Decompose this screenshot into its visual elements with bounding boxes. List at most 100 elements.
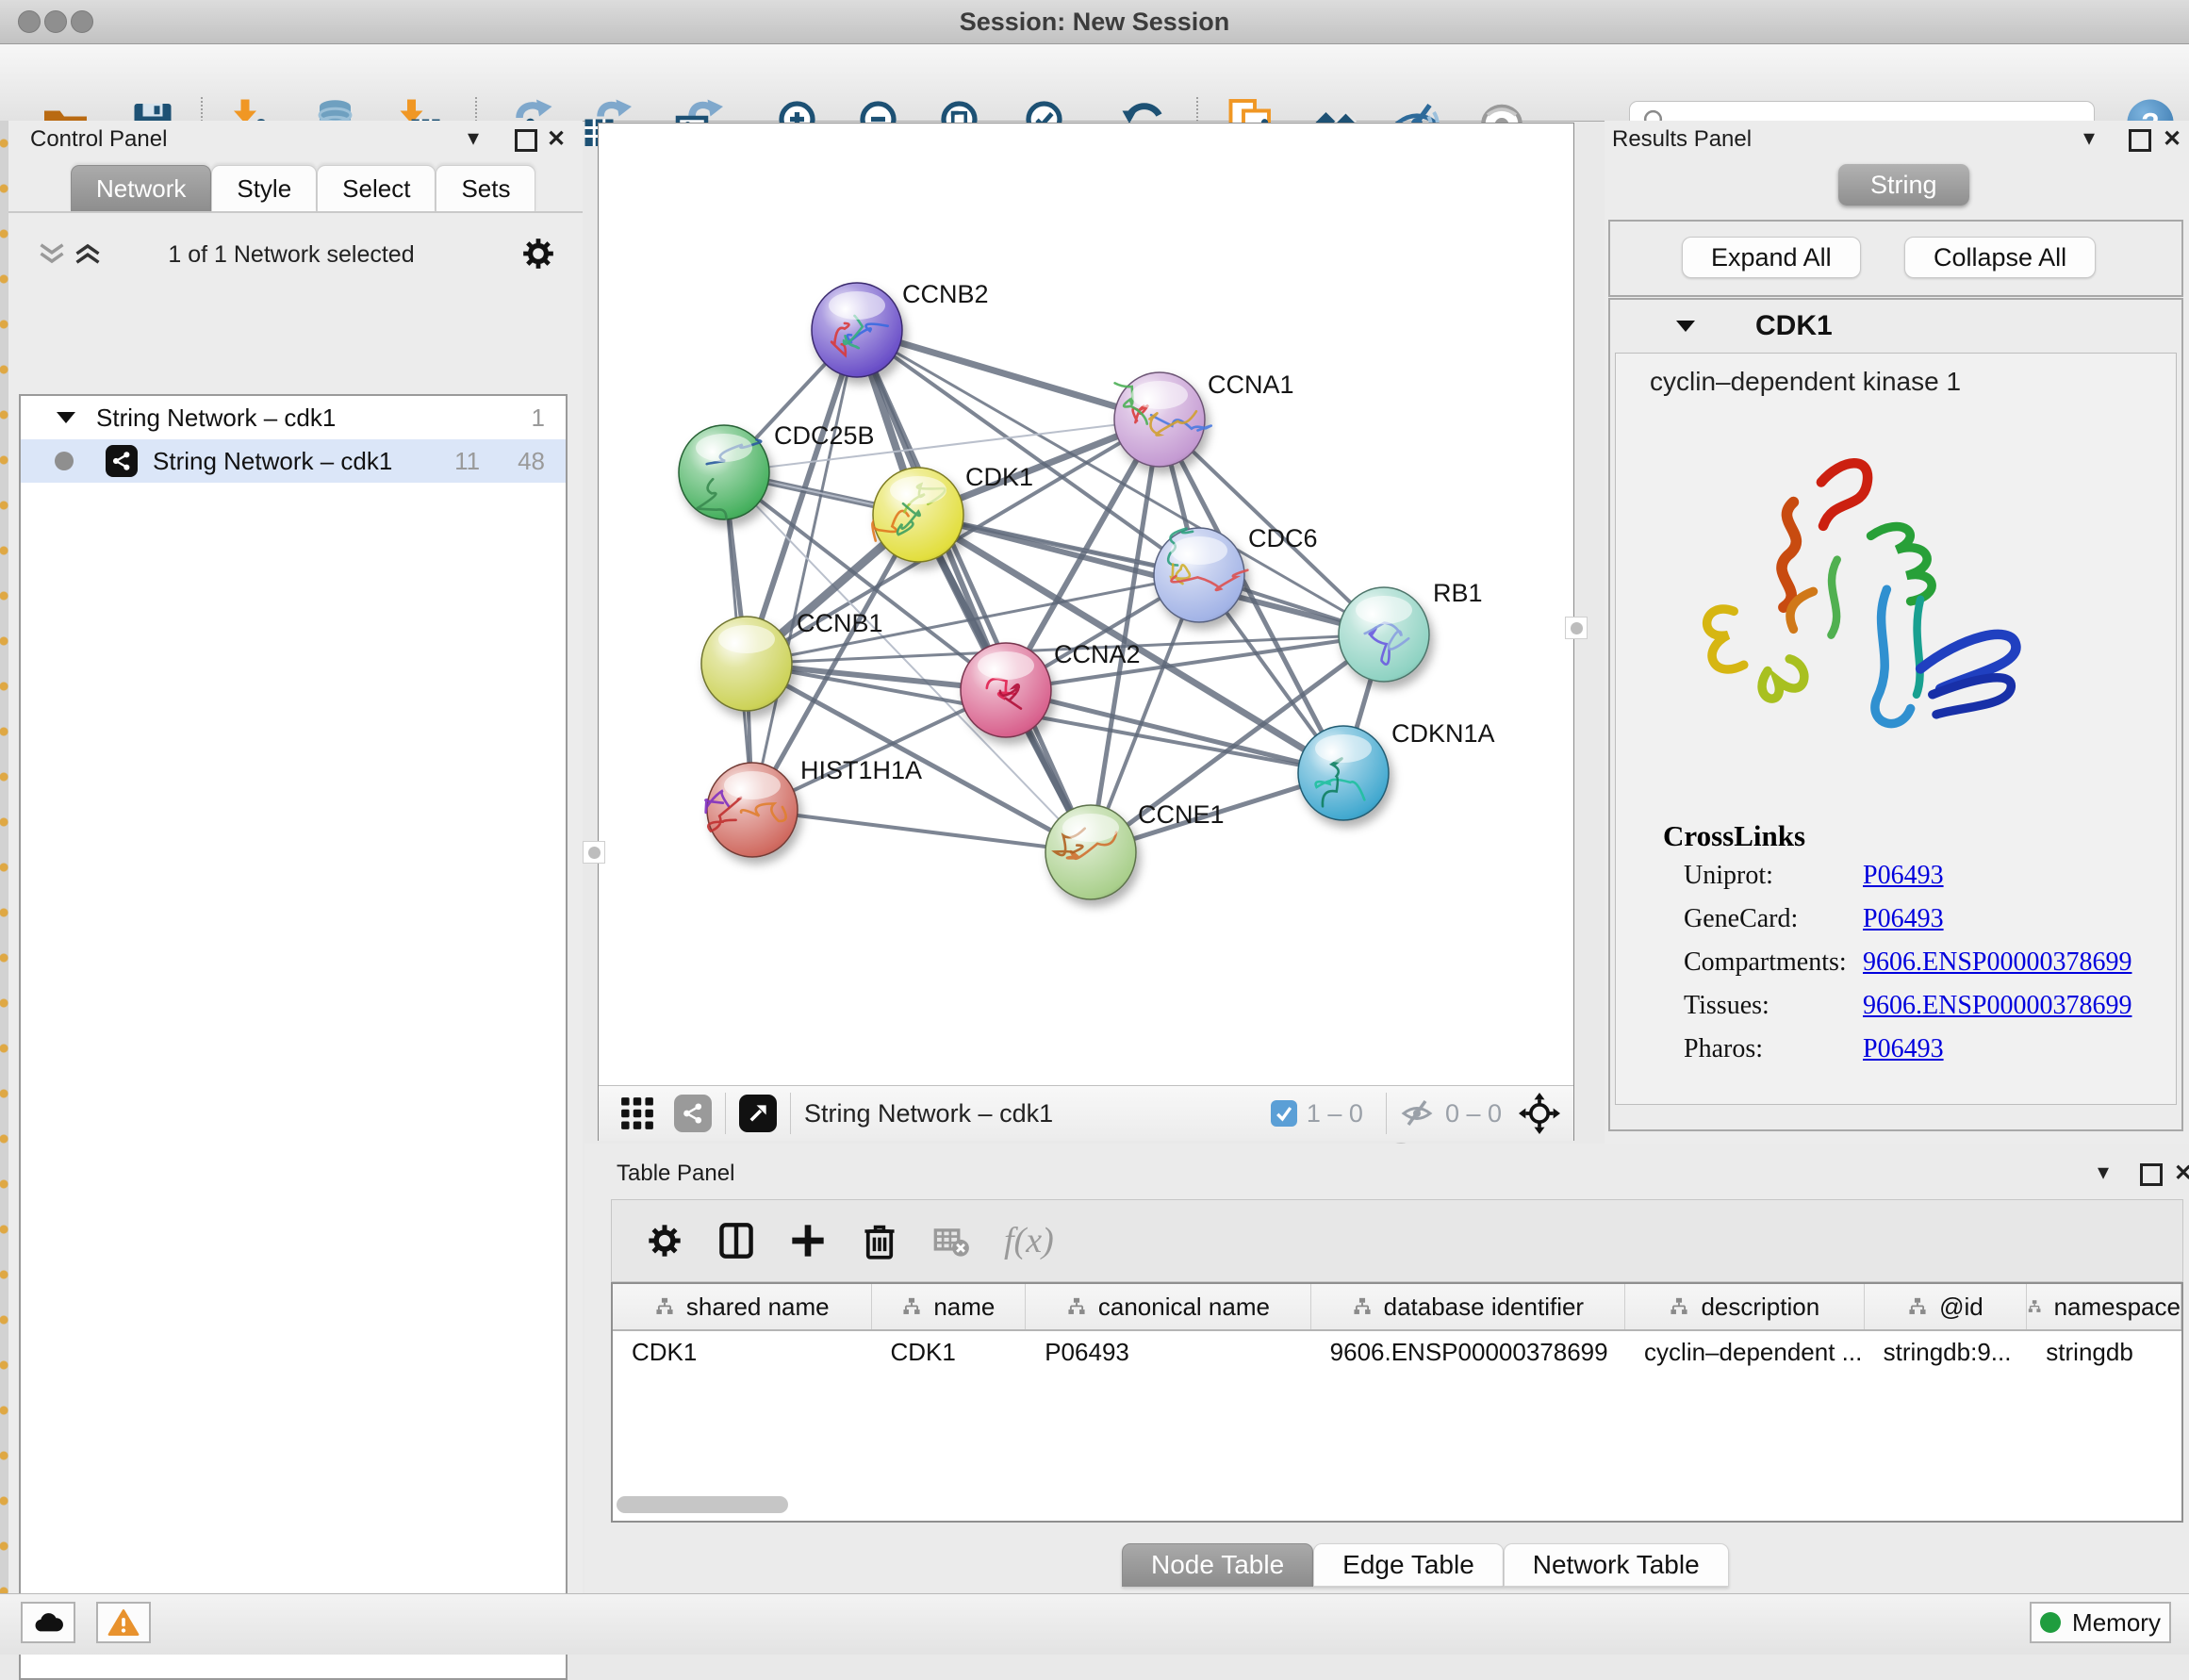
- node-CCNA2[interactable]: [961, 643, 1051, 737]
- network-row-label: String Network – cdk1: [153, 447, 454, 476]
- float-panel-icon[interactable]: [2140, 1163, 2163, 1186]
- tab-style[interactable]: Style: [211, 165, 317, 212]
- cloud-button[interactable]: [21, 1602, 75, 1643]
- window-edge-strip: [0, 121, 8, 1593]
- grid-view-icon[interactable]: [619, 1095, 655, 1131]
- column-header-canonical-name[interactable]: canonical name: [1026, 1284, 1310, 1329]
- selected-checkbox-icon[interactable]: [1271, 1100, 1297, 1127]
- function-builder-icon: f(x): [1004, 1220, 1054, 1261]
- network-canvas[interactable]: CCNB2CCNA1CDC25BCDK1CDC6RB1CCNB1CCNA2CDK…: [599, 124, 1573, 1085]
- float-panel-icon[interactable]: [515, 129, 537, 152]
- node-HIST1H1A[interactable]: [705, 763, 798, 857]
- column-tree-icon: [2027, 1296, 2042, 1317]
- right-splitter-handle[interactable]: [1565, 617, 1588, 639]
- tab-sets[interactable]: Sets: [436, 165, 535, 212]
- crosslink-row: Pharos:P06493: [1684, 1034, 2155, 1078]
- tab-network-table[interactable]: Network Table: [1504, 1543, 1729, 1587]
- node-CCNB1[interactable]: [701, 617, 792, 711]
- control-panel: Control Panel ▾ ✕ NetworkStyleSelectSets…: [0, 121, 583, 1593]
- node-table: shared namename canonical name database id…: [611, 1282, 2183, 1523]
- panel-menu-icon[interactable]: ▾: [2098, 1159, 2109, 1186]
- table-options-gear-icon[interactable]: [646, 1222, 683, 1260]
- panel-menu-icon[interactable]: ▾: [468, 124, 479, 152]
- footer-separator: [1386, 1093, 1387, 1134]
- delete-column-icon[interactable]: [861, 1222, 898, 1260]
- options-gear-icon[interactable]: [520, 236, 556, 272]
- scrollbar-thumb[interactable]: [617, 1496, 788, 1513]
- crosslink-link[interactable]: 9606.ENSP00000378699: [1863, 947, 2131, 977]
- selected-counts: 1 – 0: [1307, 1099, 1363, 1128]
- crosslink-row: Compartments:9606.ENSP00000378699: [1684, 947, 2155, 991]
- network-view[interactable]: CCNB2CCNA1CDC25BCDK1CDC6RB1CCNB1CCNA2CDK…: [598, 123, 1574, 1141]
- collapse-triangle-icon[interactable]: [57, 412, 75, 423]
- column-header-description[interactable]: description: [1625, 1284, 1865, 1329]
- column-header--id[interactable]: @id: [1865, 1284, 2028, 1329]
- edge-CCNB2-HIST1H1A[interactable]: [752, 330, 857, 810]
- horizontal-scrollbar[interactable]: [617, 1496, 2178, 1515]
- results-buttons-box: Expand All Collapse All: [1608, 220, 2183, 297]
- network-graph[interactable]: CCNB2CCNA1CDC25BCDK1CDC6RB1CCNB1CCNA2CDK…: [599, 124, 1573, 1085]
- add-column-icon[interactable]: [789, 1222, 827, 1260]
- edge-CCNB2-CCNA1[interactable]: [857, 330, 1160, 420]
- protein-structure-image: [1672, 435, 2049, 774]
- node-CDC25B[interactable]: [679, 425, 769, 519]
- expand-all-button[interactable]: Expand All: [1682, 237, 1861, 278]
- memory-button[interactable]: Memory: [2030, 1602, 2171, 1643]
- tab-edge-table[interactable]: Edge Table: [1313, 1543, 1504, 1587]
- control-panel-title: Control Panel: [30, 126, 167, 153]
- crosslink-link[interactable]: P06493: [1863, 1034, 1944, 1063]
- cloud-icon: [32, 1610, 64, 1635]
- share-view-icon[interactable]: [674, 1095, 712, 1132]
- float-panel-icon[interactable]: [2129, 129, 2151, 152]
- column-header-database-identifier[interactable]: database identifier: [1311, 1284, 1625, 1329]
- close-panel-icon[interactable]: ✕: [547, 125, 566, 153]
- delete-table-icon: [932, 1222, 970, 1260]
- tab-network[interactable]: Network: [71, 165, 211, 212]
- column-tree-icon: [901, 1296, 922, 1317]
- node-CCNB2[interactable]: [812, 283, 902, 377]
- table-cell: stringdb: [2027, 1338, 2181, 1367]
- column-header-namespace[interactable]: namespace: [2027, 1284, 2181, 1329]
- column-tree-icon: [1352, 1296, 1373, 1317]
- node-gloss: [978, 651, 1034, 680]
- tab-select[interactable]: Select: [317, 165, 436, 212]
- network-row[interactable]: String Network – cdk1 11 48: [21, 439, 566, 483]
- node-CCNE1[interactable]: [1045, 805, 1136, 899]
- node-label-HIST1H1A: HIST1H1A: [800, 756, 922, 784]
- birds-eye-crosshair-icon[interactable]: [1519, 1093, 1560, 1134]
- edge-HIST1H1A-CCNE1[interactable]: [752, 810, 1091, 852]
- node-RB1[interactable]: [1339, 587, 1429, 682]
- open-in-window-icon[interactable]: [739, 1095, 777, 1132]
- entry-header[interactable]: CDK1: [1610, 300, 2181, 353]
- column-header-shared-name[interactable]: shared name: [613, 1284, 872, 1329]
- node-CDC6[interactable]: [1154, 528, 1247, 622]
- tab-node-table[interactable]: Node Table: [1122, 1543, 1313, 1587]
- hidden-counts: 0 – 0: [1445, 1099, 1502, 1128]
- results-entry-box: CDK1 cyclin–dependent kinase 1: [1608, 298, 2183, 1131]
- crosslink-link[interactable]: P06493: [1863, 904, 1944, 933]
- panel-menu-icon[interactable]: ▾: [2083, 124, 2095, 152]
- column-header-label: canonical name: [1098, 1293, 1270, 1322]
- crosslinks-title: CrossLinks: [1663, 819, 1805, 853]
- tab-string[interactable]: String: [1838, 164, 1969, 206]
- node-CDK1[interactable]: [872, 468, 963, 562]
- node-gloss: [718, 625, 775, 653]
- collapse-entry-icon[interactable]: [1676, 321, 1695, 332]
- crosslink-link[interactable]: P06493: [1863, 861, 1944, 890]
- network-view-toolbar: String Network – cdk1 1 – 0 0 – 0: [599, 1085, 1573, 1141]
- table-row[interactable]: CDK1CDK1P064939606.ENSP00000378699cyclin…: [613, 1331, 2181, 1373]
- hidden-eye-icon[interactable]: [1400, 1096, 1434, 1130]
- column-tree-icon: [1066, 1296, 1087, 1317]
- left-splitter-handle[interactable]: [583, 841, 605, 864]
- close-panel-icon[interactable]: ✕: [2163, 125, 2181, 153]
- column-header-name[interactable]: name: [872, 1284, 1027, 1329]
- crosslink-link[interactable]: 9606.ENSP00000378699: [1863, 991, 2131, 1020]
- show-columns-icon[interactable]: [717, 1222, 755, 1260]
- collapse-all-button[interactable]: Collapse All: [1904, 237, 2096, 278]
- status-bar: Memory: [0, 1593, 2189, 1655]
- node-CDKN1A[interactable]: [1298, 726, 1389, 820]
- warning-button[interactable]: [96, 1602, 151, 1643]
- close-panel-icon[interactable]: ✕: [2174, 1160, 2189, 1187]
- network-collection-row[interactable]: String Network – cdk1 1: [21, 396, 566, 439]
- table-cell: stringdb:9...: [1865, 1338, 2028, 1367]
